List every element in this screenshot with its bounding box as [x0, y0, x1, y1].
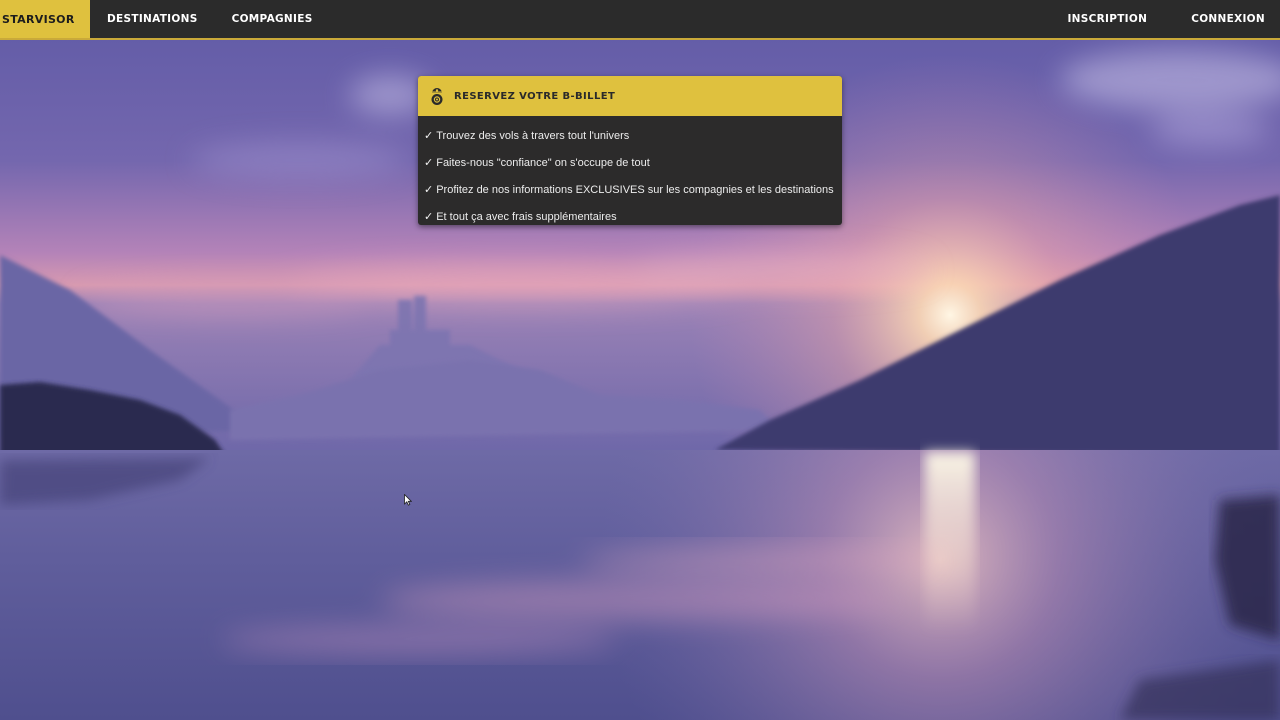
mouse-cursor-icon — [404, 491, 413, 506]
nav-link-destinations[interactable]: Destinations — [90, 0, 215, 38]
feature-text: Et tout ça avec frais supplémentaires — [436, 210, 617, 223]
check-icon: ✓ — [424, 130, 434, 142]
feature-text: Trouvez des vols à travers tout l'univer… — [436, 129, 630, 142]
feature-text: Faites-nous "confiance" on s'occupe de t… — [436, 156, 650, 169]
feature-item: ✓ Profitez de nos informations EXCLUSIVE… — [424, 176, 842, 203]
nav-link-connexion[interactable]: Connexion — [1163, 0, 1280, 38]
booking-panel: Reservez votre B-Billet ✓ Trouvez des vo… — [418, 76, 842, 225]
feature-item: ✓ Faites-nous "confiance" on s'occupe de… — [424, 149, 842, 176]
panel-title: Reservez votre B-Billet — [454, 90, 616, 102]
navbar-left: Starvisor Destinations Compagnies — [0, 0, 330, 38]
check-icon: ✓ — [424, 157, 434, 169]
check-icon: ✓ — [424, 184, 434, 196]
top-navbar: Starvisor Destinations Compagnies Inscri… — [0, 0, 1280, 40]
nav-link-compagnies[interactable]: Compagnies — [215, 0, 330, 38]
panel-header: Reservez votre B-Billet — [418, 76, 842, 116]
nav-link-inscription[interactable]: Inscription — [1039, 0, 1163, 38]
droid-icon — [427, 85, 447, 107]
brand-logo-link[interactable]: Starvisor — [0, 0, 90, 38]
feature-item: ✓ Trouvez des vols à travers tout l'univ… — [424, 122, 842, 149]
navbar-right: Inscription Connexion — [1039, 0, 1280, 38]
page: Starvisor Destinations Compagnies Inscri… — [0, 0, 1280, 720]
feature-item: ✓ Et tout ça avec frais supplémentaires — [424, 203, 842, 225]
features-list: ✓ Trouvez des vols à travers tout l'univ… — [418, 116, 842, 225]
check-icon: ✓ — [424, 211, 434, 223]
feature-text: Profitez de nos informations EXCLUSIVES … — [436, 183, 834, 196]
